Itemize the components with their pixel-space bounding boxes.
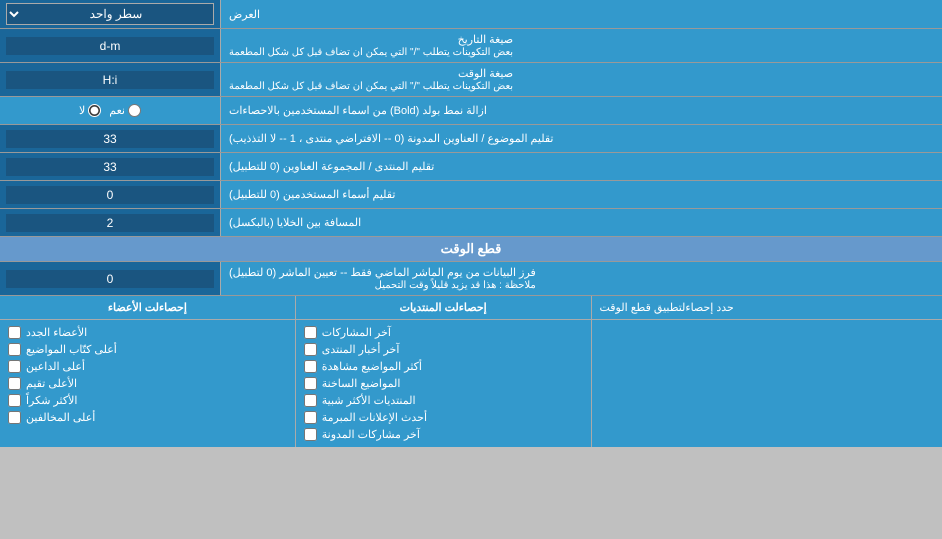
cb-latest-announcements: أحدث الإعلانات المبرمة [304,409,583,426]
cb-top-violators: أعلى المخالفين [8,409,287,426]
bold-remove-yes-radio[interactable] [128,104,141,117]
cb-forum-news-input[interactable] [304,343,317,356]
bold-remove-label: ازالة نمط بولد (Bold) من اسماء المستخدمي… [220,97,942,124]
cb-last-posts-input[interactable] [304,326,317,339]
cb-top-inviters-input[interactable] [8,360,21,373]
cb-most-viewed-input[interactable] [304,360,317,373]
cb-new-members-input[interactable] [8,326,21,339]
topics-sort-input-cell [0,125,220,152]
main-container: display-mode العرض سطر واحد سطرين ثلاثة … [0,0,942,447]
cb-forum-news: آخر أخبار المنتدى [304,341,583,358]
time-format-row: صيغة الوقت بعض التكوينات يتطلب "/" التي … [0,63,942,97]
cutoff-input[interactable] [6,270,214,288]
stats-limit-label: حدد إحصاءلتطبيق قطع الوقت [591,296,942,319]
user-trim-row: تقليم أسماء المستخدمين (0 للتطبيل) [0,181,942,209]
user-trim-input-cell [0,181,220,208]
cb-top-rated-input[interactable] [8,377,21,390]
limit-col [591,320,942,447]
user-trim-input[interactable] [6,186,214,204]
bold-remove-no-label[interactable]: لا [79,104,101,117]
forum-trim-row: تقليم المنتدى / المجموعة العناوين (0 للت… [0,153,942,181]
date-format-input[interactable] [6,37,214,55]
display-mode-select[interactable]: سطر واحد سطرين ثلاثة أسطر [6,3,214,25]
cb-most-thanks-input[interactable] [8,394,21,407]
cell-spacing-label: المسافة بين الخلايا (بالبكسل) [220,209,942,236]
cell-spacing-row: المسافة بين الخلايا (بالبكسل) [0,209,942,237]
stats-section: حدد إحصاءلتطبيق قطع الوقت إحصاءلت المنتد… [0,296,942,447]
cb-most-thanks: الأكثر شكراً [8,392,287,409]
bold-remove-no-radio[interactable] [88,104,101,117]
forum-trim-input[interactable] [6,158,214,176]
display-mode-input-cell: سطر واحد سطرين ثلاثة أسطر [0,0,220,28]
display-mode-row: display-mode العرض سطر واحد سطرين ثلاثة … [0,0,942,29]
forum-trim-label: تقليم المنتدى / المجموعة العناوين (0 للت… [220,153,942,180]
cb-top-violators-input[interactable] [8,411,21,424]
cutoff-section-header: قطع الوقت [0,237,942,262]
cell-spacing-input[interactable] [6,214,214,232]
cb-similar-forums-input[interactable] [304,394,317,407]
cb-blog-posts-input[interactable] [304,428,317,441]
cb-top-rated: الأعلى تقيم [8,375,287,392]
forum-trim-input-cell [0,153,220,180]
cb-latest-announcements-input[interactable] [304,411,317,424]
time-format-input[interactable] [6,71,214,89]
cb-top-writers-input[interactable] [8,343,21,356]
cb-top-writers: أعلى كتّاب المواضيع [8,341,287,358]
bold-remove-radio-cell: نعم لا [0,97,220,124]
cb-blog-posts: آخر مشاركات المدونة [304,426,583,443]
bold-remove-row: ازالة نمط بولد (Bold) من اسماء المستخدمي… [0,97,942,125]
cutoff-label: فرز البيانات من يوم الماشر الماضي فقط --… [220,262,942,295]
bold-remove-yes-label[interactable]: نعم [109,104,141,117]
cb-top-inviters: أعلى الداعين [8,358,287,375]
forums-stats-col: آخر المشاركات آخر أخبار المنتدى أكثر الم… [295,320,591,447]
time-format-label: صيغة الوقت بعض التكوينات يتطلب "/" التي … [220,63,942,96]
col1-header: إحصاءلت المنتديات [295,296,591,319]
members-stats-col: الأعضاء الجدد أعلى كتّاب المواضيع أعلى ا… [0,320,295,447]
cb-most-viewed: أكثر المواضيع مشاهدة [304,358,583,375]
cell-spacing-input-cell [0,209,220,236]
topics-sort-input[interactable] [6,130,214,148]
cb-similar-forums: المنتديات الأكثر شبية [304,392,583,409]
display-mode-label: display-mode العرض [220,0,942,28]
cutoff-row: فرز البيانات من يوم الماشر الماضي فقط --… [0,262,942,296]
date-format-row: صيغة التاريخ بعض التكوينات يتطلب "/" الت… [0,29,942,63]
cb-hot-topics-input[interactable] [304,377,317,390]
date-format-label: صيغة التاريخ بعض التكوينات يتطلب "/" الت… [220,29,942,62]
cutoff-input-cell [0,262,220,295]
cb-new-members: الأعضاء الجدد [8,324,287,341]
topics-sort-label: تقليم الموضوع / العناوين المدونة (0 -- ا… [220,125,942,152]
time-format-input-cell [0,63,220,96]
date-format-input-cell [0,29,220,62]
col2-header: إحصاءلت الأعضاء [0,296,295,319]
user-trim-label: تقليم أسماء المستخدمين (0 للتطبيل) [220,181,942,208]
cb-hot-topics: المواضيع الساخنة [304,375,583,392]
cutoff-section-title: قطع الوقت [0,237,942,261]
cb-last-posts: آخر المشاركات [304,324,583,341]
topics-sort-row: تقليم الموضوع / العناوين المدونة (0 -- ا… [0,125,942,153]
